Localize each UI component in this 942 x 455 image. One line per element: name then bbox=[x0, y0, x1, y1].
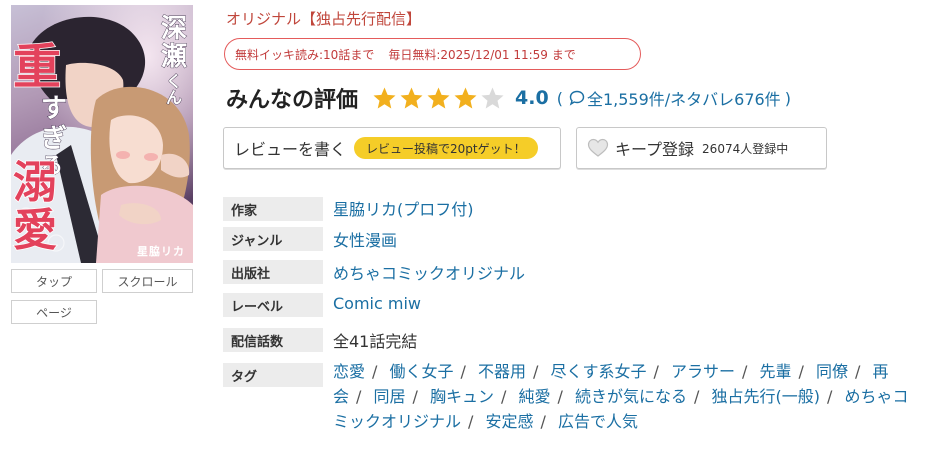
cover-title-su: す bbox=[41, 94, 67, 124]
cover-title-deki: 溺 bbox=[13, 157, 57, 208]
tag-link[interactable]: 同居 bbox=[374, 387, 406, 406]
genre-value: 女性漫画 bbox=[333, 227, 397, 251]
tag-link[interactable]: 同僚 bbox=[816, 362, 848, 381]
rating-row: みんなの評価 4.0 ( 全1,559件/ネタバレ676件 ) bbox=[226, 83, 791, 113]
cover-title-no: ん bbox=[166, 88, 182, 107]
star-empty-icon bbox=[481, 87, 504, 108]
cover-title-giru: ぎ bbox=[41, 124, 67, 154]
free-read-text: 無料イッキ読み:10話まで bbox=[235, 47, 375, 62]
publisher-key: 出版社 bbox=[223, 260, 323, 284]
tags-key: タグ bbox=[223, 363, 323, 387]
tap-mode-label: タップ bbox=[35, 274, 72, 289]
tag-link[interactable]: 恋愛 bbox=[333, 362, 365, 381]
rating-stars bbox=[372, 86, 507, 111]
episodes-key: 配信話数 bbox=[223, 328, 323, 352]
tag-separator: / bbox=[798, 362, 804, 381]
cover-illustration: 深 瀬 く ん 重 す ぎ る 溺 愛 bbox=[11, 5, 193, 263]
page-mode-button[interactable]: ページ bbox=[11, 300, 97, 324]
tag-separator: / bbox=[827, 387, 833, 406]
episodes-text: 全41話完結 bbox=[333, 332, 418, 351]
rating-title: みんなの評価 bbox=[226, 88, 359, 113]
genre-key: ジャンル bbox=[223, 227, 323, 251]
tag-link[interactable]: 尽くす系女子 bbox=[551, 362, 647, 381]
author-link[interactable]: 星脇リカ(プロフ付) bbox=[333, 200, 474, 219]
tag-link[interactable]: 安定感 bbox=[486, 412, 534, 431]
tag-separator: / bbox=[356, 387, 362, 406]
publisher-value: めちゃコミックオリジナル bbox=[333, 260, 525, 284]
star-filled-icon bbox=[454, 87, 477, 108]
tag-link[interactable]: 広告で人気 bbox=[558, 412, 638, 431]
review-counts: 全1,559件/ネタバレ676件 bbox=[586, 90, 781, 109]
review-point-badge: レビュー投稿で20ptゲット！ bbox=[354, 137, 538, 159]
tag-separator: / bbox=[372, 362, 378, 381]
close-paren: ) bbox=[784, 88, 791, 108]
heart-icon bbox=[587, 138, 609, 157]
keep-count: 26074人登録中 bbox=[702, 141, 789, 156]
tag-link[interactable]: 先輩 bbox=[760, 362, 792, 381]
tap-mode-button[interactable]: タップ bbox=[11, 269, 97, 293]
author-key: 作家 bbox=[223, 197, 323, 221]
author-value: 星脇リカ(プロフ付) bbox=[333, 196, 474, 220]
tag-link[interactable]: 続きが気になる bbox=[575, 387, 687, 406]
open-paren: ( bbox=[556, 88, 563, 108]
cover-title-se: 瀬 bbox=[161, 42, 187, 72]
tag-link[interactable]: 不器用 bbox=[478, 362, 526, 381]
episodes-value: 全41話完結 bbox=[333, 328, 417, 352]
write-review-label: レビューを書く bbox=[234, 140, 347, 159]
tag-separator: / bbox=[653, 362, 659, 381]
tag-separator: / bbox=[468, 412, 474, 431]
tag-link[interactable]: 胸キュン bbox=[430, 387, 494, 406]
cover-title-ai: 愛 bbox=[13, 205, 57, 256]
original-exclusive-label: オリジナル【独占先行配信】 bbox=[226, 10, 422, 28]
tag-link[interactable]: 純愛 bbox=[519, 387, 551, 406]
tag-separator: / bbox=[855, 362, 861, 381]
tag-separator: / bbox=[460, 362, 466, 381]
tag-link[interactable]: アラサー bbox=[671, 362, 735, 381]
tag-separator: / bbox=[501, 387, 507, 406]
rating-score: 4.0 bbox=[515, 87, 549, 109]
tag-separator: / bbox=[540, 412, 546, 431]
label-value: Comic miw bbox=[333, 294, 421, 313]
daily-free-text: 毎日無料:2025/12/01 11:59 まで bbox=[388, 47, 576, 62]
tag-separator: / bbox=[533, 362, 539, 381]
keep-register-button[interactable]: キープ登録 26074人登録中 bbox=[576, 127, 827, 169]
label-key: レーベル bbox=[223, 293, 323, 317]
page-mode-label: ページ bbox=[36, 305, 72, 320]
free-reading-badge: 無料イッキ読み:10話まで 毎日無料:2025/12/01 11:59 まで bbox=[224, 38, 641, 70]
review-count-link[interactable]: ( 全1,559件/ネタバレ676件 ) bbox=[557, 86, 791, 110]
publisher-link[interactable]: めちゃコミックオリジナル bbox=[333, 264, 525, 283]
star-filled-icon bbox=[373, 87, 396, 108]
star-filled-icon bbox=[400, 87, 423, 108]
tag-separator: / bbox=[412, 387, 418, 406]
scroll-mode-button[interactable]: スクロール bbox=[102, 269, 193, 293]
label-link[interactable]: Comic miw bbox=[333, 294, 421, 313]
keep-register-label: キープ登録 bbox=[615, 140, 695, 159]
tag-list: 恋愛 / 働く女子 / 不器用 / 尽くす系女子 / アラサー / 先輩 / 同僚 / 再会 /… bbox=[333, 359, 913, 434]
tag-separator: / bbox=[557, 387, 563, 406]
cover-title-fuka: 深 bbox=[161, 14, 187, 44]
book-cover[interactable]: 深 瀬 く ん 重 す ぎ る 溺 愛 星脇リカ bbox=[11, 5, 193, 263]
comment-bubble-icon bbox=[569, 90, 585, 106]
tag-separator: / bbox=[694, 387, 700, 406]
star-filled-icon bbox=[427, 87, 450, 108]
genre-link[interactable]: 女性漫画 bbox=[333, 231, 397, 250]
tag-separator: / bbox=[742, 362, 748, 381]
scroll-mode-label: スクロール bbox=[117, 274, 178, 289]
tag-link[interactable]: 働く女子 bbox=[390, 362, 454, 381]
cover-author: 星脇リカ bbox=[137, 245, 185, 258]
tag-link[interactable]: 独占先行(一般) bbox=[712, 387, 821, 406]
write-review-button[interactable]: レビューを書く レビュー投稿で20ptゲット！ bbox=[223, 127, 561, 169]
cover-title-omo: 重 bbox=[13, 39, 61, 95]
